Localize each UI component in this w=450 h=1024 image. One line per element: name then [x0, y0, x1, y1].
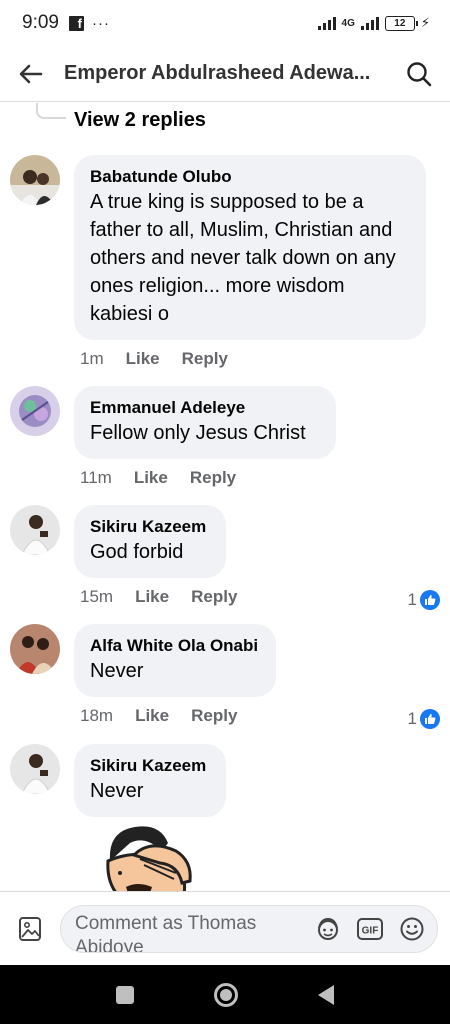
like-button[interactable]: Like: [134, 468, 168, 488]
comment-bubble[interactable]: Babatunde Olubo A true king is supposed …: [74, 155, 426, 340]
reply-connector-line: [36, 103, 66, 119]
status-left: 9:09 f ···: [22, 12, 110, 34]
system-nav-bar: [0, 965, 450, 1024]
reaction-number: 1: [407, 590, 417, 609]
facebook-notification-icon: f: [68, 15, 84, 31]
reaction-count[interactable]: 1: [408, 709, 440, 729]
avatar[interactable]: [10, 155, 60, 205]
comment-input[interactable]: Comment as Thomas Abidoye GIF: [60, 904, 438, 953]
comment-placeholder: Comment as Thomas Abidoye: [75, 912, 257, 953]
comment-actions: 1m Like Reply: [80, 349, 228, 369]
comment-time[interactable]: 15m: [80, 587, 113, 607]
gif-icon[interactable]: GIF: [355, 914, 385, 944]
comment-actions: 18m Like Reply: [80, 706, 237, 726]
signal-icon: [317, 16, 336, 30]
page-title[interactable]: Emperor Abdulrasheed Adewa...: [64, 62, 390, 85]
view-replies-link[interactable]: View 2 replies: [74, 109, 206, 132]
battery-icon: 12: [384, 15, 418, 31]
comment-bubble[interactable]: Sikiru Kazeem God forbid: [74, 505, 226, 578]
comment-text: Never: [90, 780, 144, 802]
recent-apps-button[interactable]: [116, 985, 134, 1004]
top-header: Emperor Abdulrasheed Adewa...: [0, 46, 450, 102]
comment-time[interactable]: 11m: [80, 468, 112, 488]
network-type: 4G: [341, 17, 355, 29]
battery-level: 12: [394, 17, 406, 29]
reaction-count[interactable]: 1: [408, 590, 440, 610]
comment-author[interactable]: Babatunde Olubo: [90, 166, 410, 188]
comment-author[interactable]: Sikiru Kazeem: [90, 755, 210, 777]
reaction-number: 1: [407, 709, 417, 728]
search-icon[interactable]: [404, 59, 434, 89]
comment-author[interactable]: Alfa White Ola Onabi: [90, 635, 260, 657]
reply-button[interactable]: Reply: [182, 349, 228, 369]
avatar[interactable]: [10, 744, 60, 794]
composer-icons: GIF: [313, 914, 427, 944]
avatar[interactable]: [10, 386, 60, 436]
home-button[interactable]: [214, 982, 238, 1007]
photo-icon[interactable]: [16, 915, 44, 943]
comment-author[interactable]: Sikiru Kazeem: [90, 516, 210, 538]
comment-bubble[interactable]: Alfa White Ola Onabi Never: [74, 624, 276, 697]
like-button[interactable]: Like: [135, 587, 169, 607]
comments-feed[interactable]: View 2 replies Babatunde Olubo A true ki…: [0, 103, 450, 891]
more-notifications-icon: ···: [91, 14, 110, 32]
comment-actions: 11m Like Reply: [80, 468, 236, 488]
charging-icon: ⚡: [420, 15, 430, 30]
comment-actions: 15m Like Reply: [80, 587, 237, 607]
network-label: 4G: [341, 17, 355, 29]
reply-button[interactable]: Reply: [191, 706, 237, 726]
avatar[interactable]: [10, 624, 60, 674]
comment-bubble[interactable]: Emmanuel Adeleye Fellow only Jesus Chris…: [74, 386, 336, 459]
comment-author[interactable]: Emmanuel Adeleye: [90, 397, 320, 419]
like-button[interactable]: Like: [135, 706, 169, 726]
status-bar: 9:09 f ··· 4G 12 ⚡: [0, 0, 450, 46]
comment-composer: Comment as Thomas Abidoye GIF: [0, 891, 450, 965]
system-back-button[interactable]: [318, 984, 334, 1005]
like-thumb-icon: [420, 709, 440, 729]
like-button[interactable]: Like: [126, 349, 160, 369]
comment-bubble[interactable]: Sikiru Kazeem Never: [74, 744, 226, 817]
svg-text:GIF: GIF: [362, 925, 379, 936]
reply-button[interactable]: Reply: [191, 587, 237, 607]
comment-text: A true king is supposed to be a father t…: [90, 191, 396, 325]
like-thumb-icon: [420, 590, 440, 610]
signal-icon-2: [360, 16, 379, 30]
status-right: 4G 12 ⚡: [317, 15, 430, 31]
comment-text: Never: [90, 660, 144, 682]
reply-button[interactable]: Reply: [190, 468, 236, 488]
avatar-sticker-icon[interactable]: [313, 914, 343, 944]
emoji-icon[interactable]: [397, 914, 427, 944]
comment-time[interactable]: 18m: [80, 706, 113, 726]
back-arrow-icon[interactable]: [18, 61, 44, 87]
status-time: 9:09: [22, 12, 59, 33]
facepalm-sticker[interactable]: [90, 821, 210, 891]
comment-time[interactable]: 1m: [80, 349, 104, 369]
comment-text: God forbid: [90, 541, 184, 563]
comment-text: Fellow only Jesus Christ: [90, 422, 306, 444]
avatar[interactable]: [10, 505, 60, 555]
